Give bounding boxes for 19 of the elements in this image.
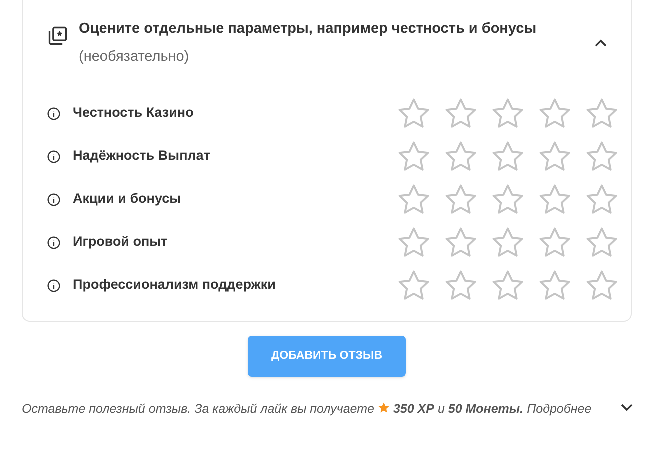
chevron-icon — [595, 39, 607, 47]
info-icon[interactable] — [47, 236, 61, 250]
criterion-label: Честность Казино — [73, 104, 195, 122]
note-text: Оставьте полезный отзыв. За каждый лайк вы получаете — [22, 402, 374, 416]
reward-text: 350 XP и 50 Монеты. — [393, 402, 524, 416]
chevron-icon — [621, 404, 633, 412]
criterion-label: Профессионализм поддержки — [73, 276, 277, 294]
info-icon[interactable] — [47, 150, 61, 164]
more-link[interactable]: Подробнее — [527, 402, 592, 416]
criterion-label: Игровой опыт — [73, 233, 169, 252]
panel-subtitle: (необязательно) — [79, 48, 190, 67]
star-icon — [378, 402, 390, 414]
rated-photos-icon — [47, 25, 69, 47]
panel-title: Оцените отдельные параметры, например честность и бонусы — [79, 20, 538, 39]
info-icon[interactable] — [47, 106, 61, 120]
criterion-label: Надёжность Выплат — [73, 147, 212, 166]
criterion-label: Акции и бонусы — [73, 190, 182, 208]
info-icon[interactable] — [47, 278, 61, 292]
info-icon[interactable] — [47, 192, 61, 206]
